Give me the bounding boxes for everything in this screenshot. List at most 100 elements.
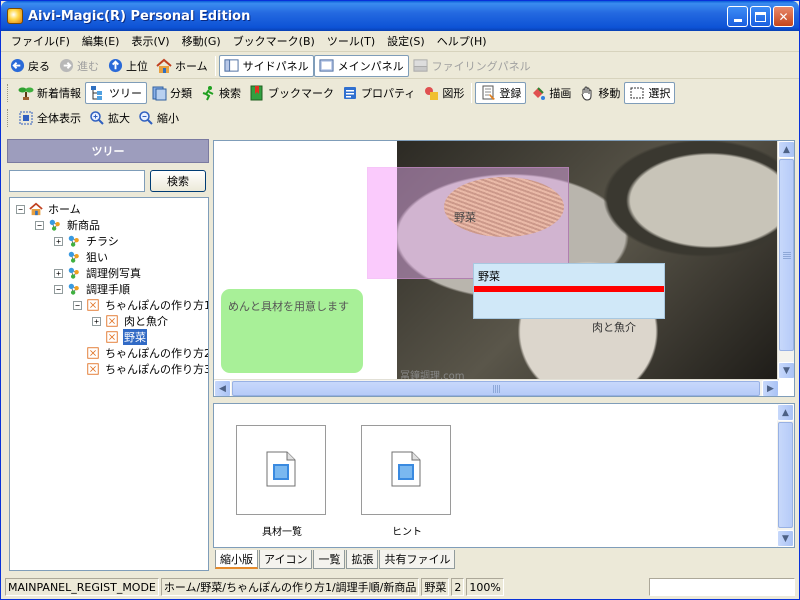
main-horizontal-scrollbar[interactable]: ◀ ▶ [214,379,779,396]
tree-node-label[interactable]: 野菜 [123,329,147,345]
forward-button[interactable]: 進む [54,55,103,77]
select-button[interactable]: 選択 [624,82,676,104]
main-panel-icon [319,58,335,74]
vertical-scroll-thumb[interactable] [778,422,793,528]
menu-tools[interactable]: ツール(T) [321,31,381,51]
scroll-left-icon[interactable]: ◀ [214,380,231,396]
tab-thumbnail[interactable]: 縮小版 [215,550,258,569]
tree-search-input[interactable] [9,170,145,192]
close-button[interactable]: ✕ [773,6,794,27]
sticky-note[interactable]: めんと具材を用意します [221,289,363,373]
main-vertical-scrollbar[interactable]: ▲ ▼ [777,141,794,379]
figure-button[interactable]: 図形 [419,82,468,104]
scroll-right-icon[interactable]: ▶ [762,380,779,396]
tree-node[interactable]: − ちゃんぽんの作り方1 [12,297,208,313]
register-button[interactable]: 登録 [475,82,527,104]
collapse-icon[interactable]: − [35,220,44,230]
meat-seafood-label: 肉と魚介 [592,321,636,334]
menu-edit[interactable]: 編集(E) [76,31,126,51]
menu-go[interactable]: 移動(G) [176,31,227,51]
tree-node[interactable]: + チラシ [12,233,206,249]
status-bar: MAINPANEL_REGIST_MODE ホーム/野菜/ちゃんぽんの作り方1/… [1,575,799,599]
draw-button[interactable]: 描画 [526,82,575,104]
tree-node-label[interactable]: ちゃんぽんの作り方2 [104,345,208,361]
scroll-down-icon[interactable]: ▼ [777,530,794,547]
tree-node-label[interactable]: 調理手順 [85,281,131,297]
tree-node-label[interactable]: ちゃんぽんの作り方3 [104,361,208,377]
title-bar[interactable]: Aivi-Magic(R) Personal Edition ✕ [1,1,799,31]
collapse-icon[interactable]: − [16,204,25,214]
filing-panel-toggle[interactable]: ファイリングパネル [409,55,535,77]
tree-node[interactable]: 狙い [12,249,206,265]
tab-icon[interactable]: アイコン [259,550,313,569]
vertical-scroll-thumb[interactable] [779,159,794,351]
file-item[interactable]: 具材一覧 [236,425,328,538]
document-icon [390,450,422,491]
zoom-in-button[interactable]: 拡大 [85,107,134,129]
fit-all-button[interactable]: 全体表示 [14,107,85,129]
tree-node[interactable]: ちゃんぽんの作り方2 [12,345,208,361]
window-title: Aivi-Magic(R) Personal Edition [28,8,251,24]
new-info-button[interactable]: 新着情報 [14,82,85,104]
main-canvas[interactable]: 野菜 肉と魚介 野菜 めんと具材を用意します 冨鐘調理.com ▲ ▼ ◀ ▶ [213,140,795,397]
tree-node-label[interactable]: 調理例写真 [85,265,142,281]
file-panel: 具材一覧 ヒント ▲ ▼ [213,403,795,548]
property-button[interactable]: プロパティ [338,82,419,104]
scroll-up-icon[interactable]: ▲ [778,141,794,158]
main-panel-toggle[interactable]: メインパネル [313,54,409,77]
maximize-button[interactable] [750,6,771,27]
tree-node-label[interactable]: ホーム [47,201,82,217]
tree-view-button[interactable]: ツリー [85,82,147,104]
scroll-up-icon[interactable]: ▲ [777,404,794,421]
tree-view[interactable]: − ホーム − 新商品 + チラシ 狙い + 調理例写真 − 調理手順 − ちゃんぽんの作り方1 + 肉と魚… [9,197,209,571]
tree-node[interactable]: + 調理例写真 [12,265,206,281]
horizontal-scroll-thumb[interactable] [232,381,760,396]
classify-button[interactable]: 分類 [147,82,196,104]
tree-node[interactable]: ちゃんぽんの作り方3 [12,361,208,377]
menu-help[interactable]: ヘルプ(H) [431,31,493,51]
side-panel-toggle[interactable]: サイドパネル [218,54,314,77]
minimize-button[interactable] [727,6,748,27]
tree-node[interactable]: 野菜 [12,329,206,345]
menu-bookmark[interactable]: ブックマーク(B) [227,31,321,51]
file-vertical-scrollbar[interactable]: ▲ ▼ [777,404,794,547]
menu-settings[interactable]: 設定(S) [381,31,431,51]
file-item[interactable]: ヒント [361,425,453,538]
toolbar-grip[interactable] [7,109,10,127]
collapse-icon[interactable]: − [73,300,82,310]
tab-list[interactable]: 一覧 [313,550,346,569]
tree-node-label[interactable]: チラシ [85,233,120,249]
molecule-icon [66,281,82,297]
search-tool-button[interactable]: 検索 [196,82,245,104]
tab-extended[interactable]: 拡張 [346,550,379,569]
move-button[interactable]: 移動 [575,82,624,104]
tab-shared-files[interactable]: 共有ファイル [379,550,456,569]
menu-view[interactable]: 表示(V) [125,31,175,51]
tree-node-label[interactable]: ちゃんぽんの作り方1 [104,297,208,313]
node-popup[interactable]: 野菜 [473,263,665,319]
bookmark-button[interactable]: ブックマーク [245,82,338,104]
expand-icon[interactable]: + [54,236,63,246]
tree-node-label[interactable]: 狙い [85,249,109,265]
home-button[interactable]: ホーム [152,55,212,77]
main-panel-label: メインパネル [337,59,404,73]
up-button[interactable]: 上位 [103,55,152,77]
tree-node[interactable]: + 肉と魚介 [12,313,206,329]
file-thumbnail[interactable] [361,425,451,515]
tree-node[interactable]: − ホーム [12,201,206,217]
tree-search-button[interactable]: 検索 [150,170,206,192]
expand-icon[interactable]: + [92,316,101,326]
tree-node[interactable]: − 調理手順 [12,281,206,297]
tree-node-label[interactable]: 肉と魚介 [123,313,169,329]
figure-label: 図形 [442,87,465,100]
expand-icon[interactable]: + [54,268,63,278]
file-thumbnail[interactable] [236,425,326,515]
scroll-down-icon[interactable]: ▼ [778,362,794,379]
tree-node[interactable]: − 新商品 [12,217,206,233]
back-button[interactable]: 戻る [5,55,54,77]
zoom-out-button[interactable]: 縮小 [134,107,183,129]
tree-node-label[interactable]: 新商品 [66,217,101,233]
menu-file[interactable]: ファイル(F) [5,31,76,51]
toolbar-grip[interactable] [7,84,10,102]
collapse-icon[interactable]: − [54,284,63,294]
